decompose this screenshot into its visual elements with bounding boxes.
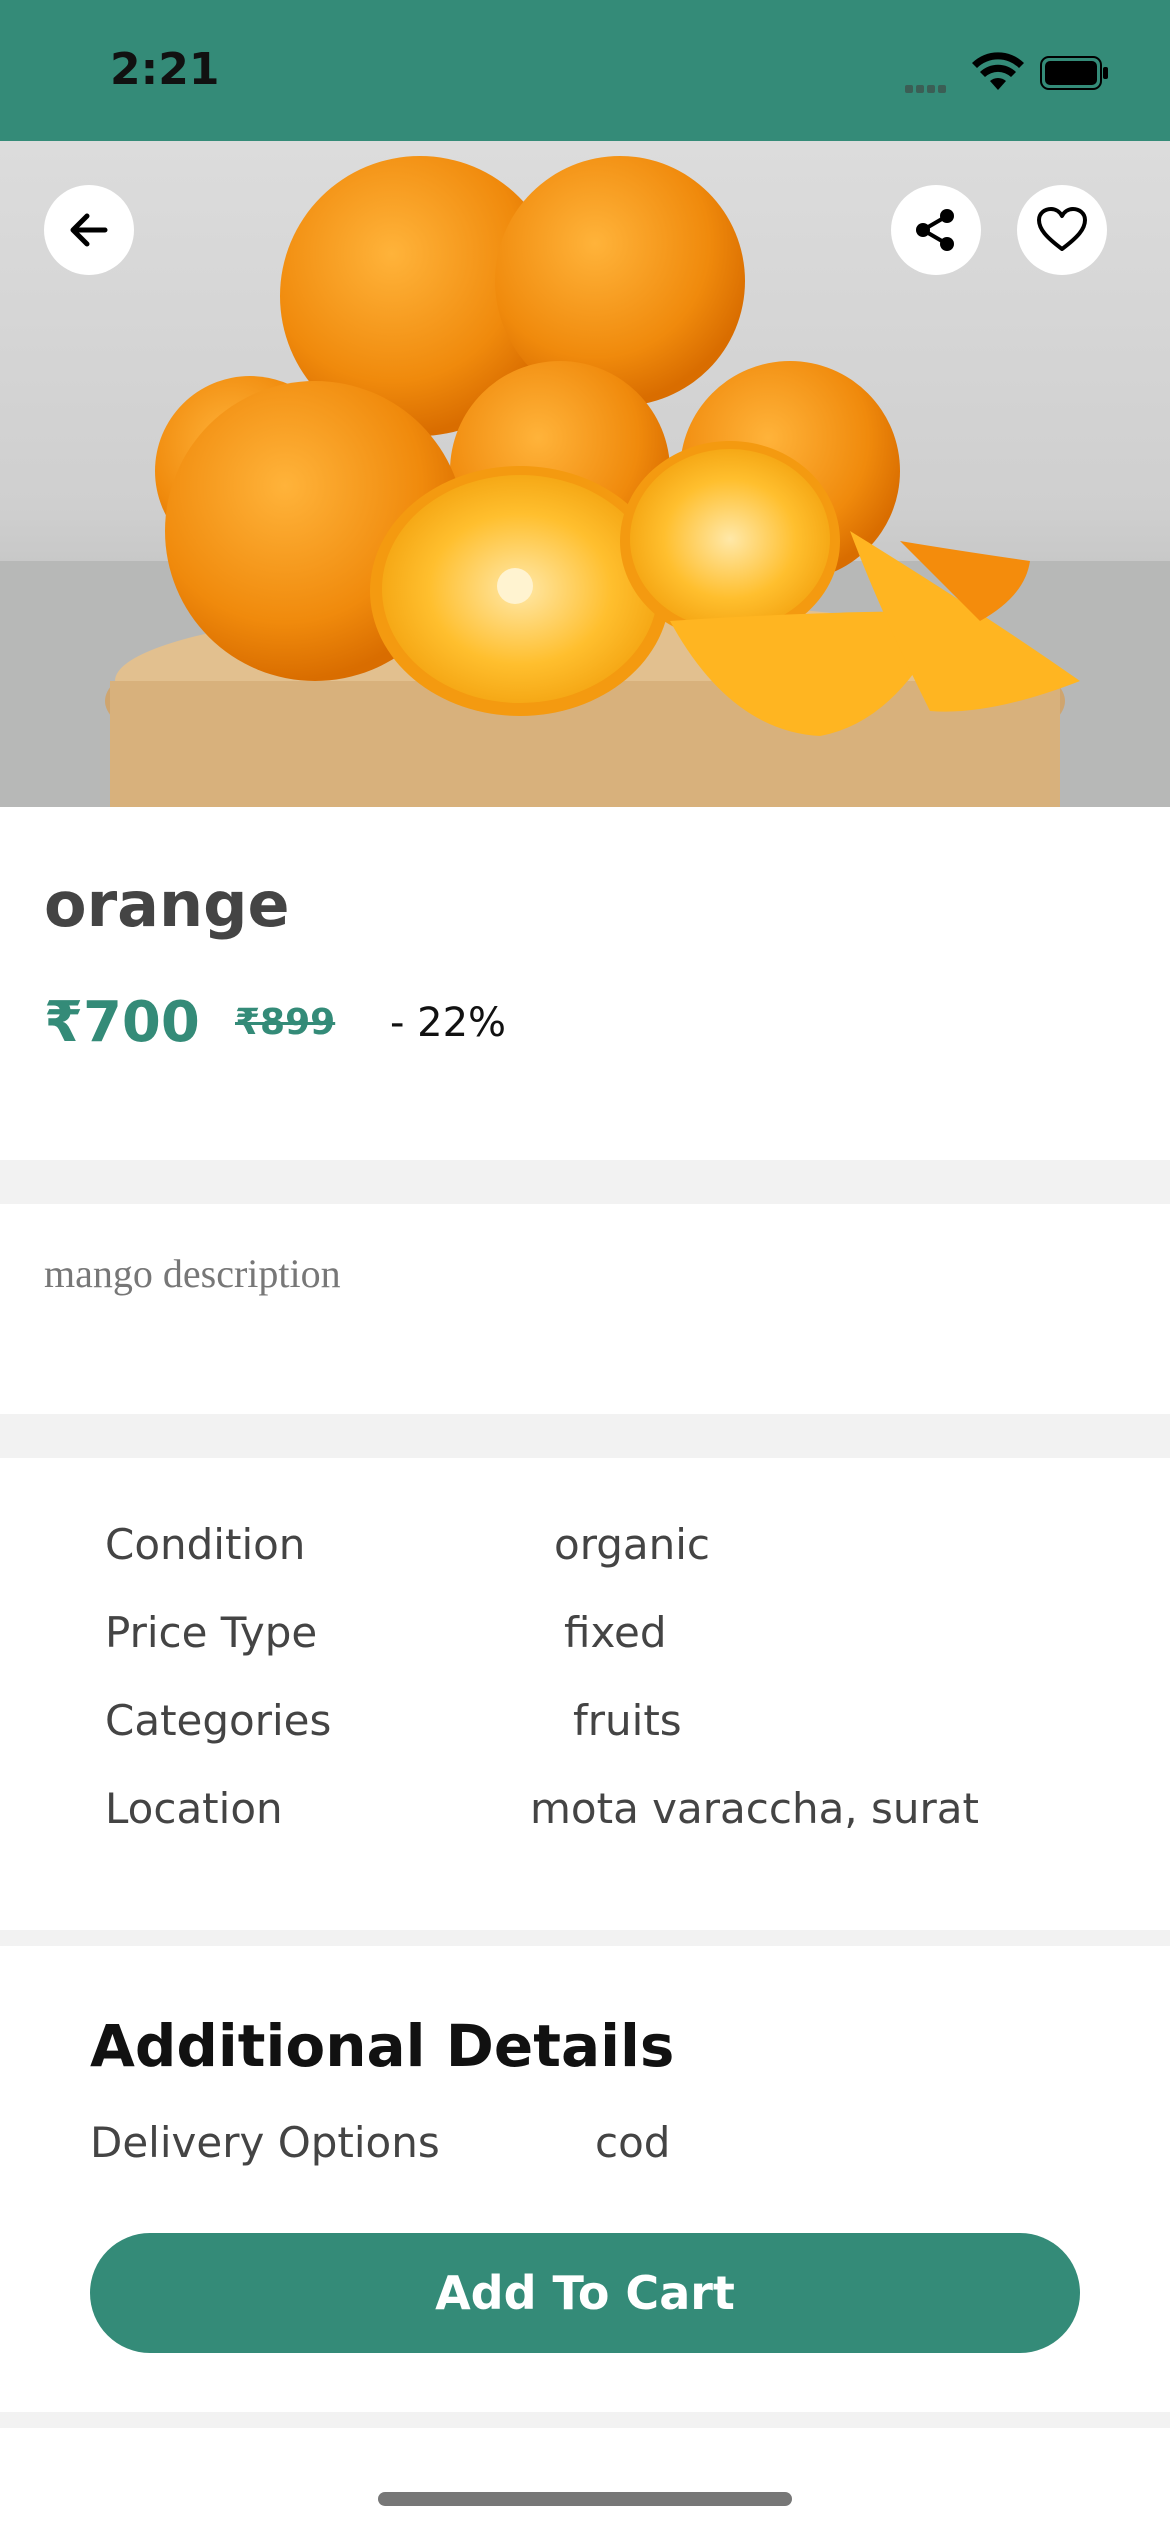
favorite-button[interactable] [1017,185,1107,275]
spec-label-categories: Categories [105,1696,332,1745]
product-price: ₹700 [44,990,200,1055]
spec-label-condition: Condition [105,1520,306,1569]
section-divider [0,1160,1170,1204]
product-description: mango description [44,1251,341,1296]
status-time: 2:21 [110,44,220,95]
spec-value-categories: fruits [573,1696,682,1745]
back-button[interactable] [44,185,134,275]
home-indicator [378,2492,792,2506]
spec-label-location: Location [105,1784,283,1833]
add-to-cart-button[interactable]: Add To Cart [90,2233,1080,2353]
arrow-left-icon [70,213,108,247]
product-image [0,141,1170,807]
spec-value-condition: organic [554,1520,711,1569]
cellular-signal-icon [905,80,949,98]
wifi-icon [972,52,1024,90]
status-bar: 2:21 [0,0,1170,141]
product-title: orange [44,868,290,941]
section-divider [0,1414,1170,1458]
delivery-options-value: cod [595,2118,671,2167]
share-icon [916,209,954,251]
section-divider [0,1930,1170,1946]
spec-value-price-type: fixed [564,1608,667,1657]
battery-icon [1040,56,1108,90]
heart-icon [1037,207,1087,251]
share-button[interactable] [891,185,981,275]
product-old-price: ₹899 [235,1002,336,1043]
additional-details-title: Additional Details [90,2012,675,2080]
spec-value-location: mota varaccha, surat [530,1784,979,1833]
product-discount: - 22% [390,1000,507,1046]
delivery-options-label: Delivery Options [90,2118,440,2167]
spec-label-price-type: Price Type [105,1608,318,1657]
section-divider [0,2412,1170,2428]
